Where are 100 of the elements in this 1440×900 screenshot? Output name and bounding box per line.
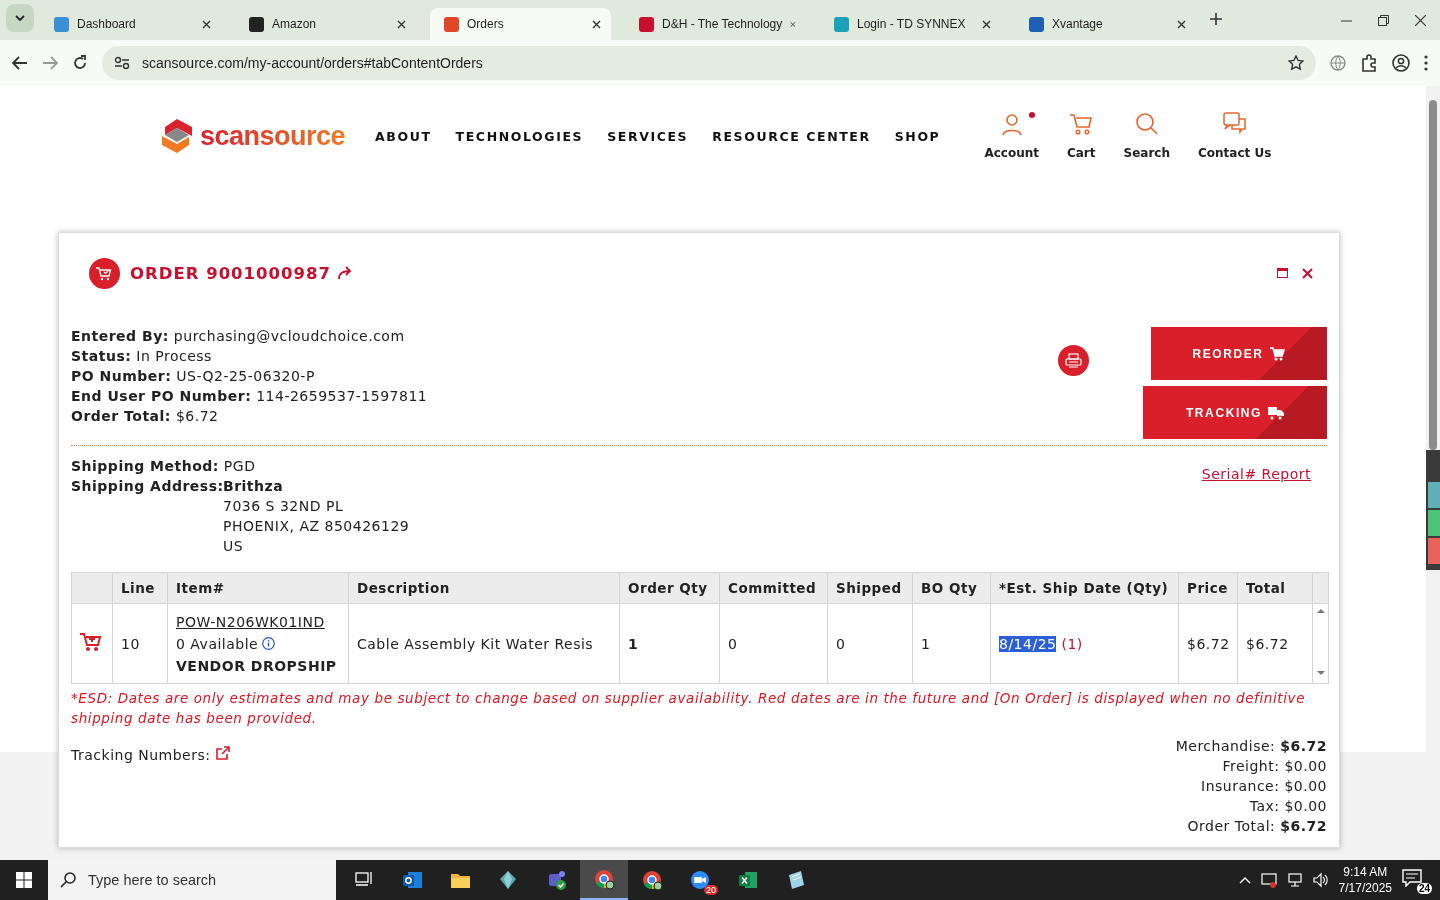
person-icon <box>999 112 1024 136</box>
header-action[interactable]: Search <box>1109 112 1184 160</box>
address-bar[interactable]: scansource.com/my-account/orders#tabContentOrders <box>102 46 1316 80</box>
browser-tab[interactable]: Dashboard <box>40 8 221 40</box>
extensions-icon[interactable] <box>1360 54 1378 72</box>
page-scrollbar[interactable] <box>1426 86 1440 860</box>
cart-icon <box>1069 112 1094 136</box>
table-cell: $6.72 <box>1237 603 1313 684</box>
maximize-icon[interactable] <box>1277 268 1288 278</box>
action-button[interactable]: REORDER <box>1151 327 1327 380</box>
column-header: Line <box>112 572 168 604</box>
header-action[interactable]: Account <box>970 112 1053 160</box>
volume-icon[interactable] <box>1312 872 1329 888</box>
tab-title: Dashboard <box>77 17 137 31</box>
nav-link[interactable]: SHOP <box>894 128 941 144</box>
close-icon[interactable] <box>1177 19 1186 29</box>
gem-icon <box>497 869 519 891</box>
close-icon[interactable] <box>1302 267 1313 279</box>
close-icon[interactable] <box>397 19 406 29</box>
print-button[interactable] <box>1058 345 1089 376</box>
address-line: 7036 S 32ND PL <box>223 497 345 516</box>
more-icon[interactable] <box>1424 55 1428 71</box>
item-link[interactable]: POW-N206WK01IND <box>176 613 325 630</box>
browser-tab[interactable]: Amazon <box>235 8 416 40</box>
info-icon[interactable] <box>262 636 276 650</box>
tab-title: Xvantage <box>1052 17 1104 31</box>
close-icon[interactable] <box>202 19 211 29</box>
mail-app-icon <box>401 869 423 891</box>
add-to-cart-icon[interactable] <box>80 632 102 652</box>
nav-link[interactable]: SERVICES <box>607 128 689 144</box>
detail-text: PO Number: US-Q2-25-06320-P <box>71 367 316 385</box>
search-icon <box>1134 112 1159 136</box>
truck-icon <box>1268 405 1285 420</box>
ship-qty: (1) <box>1061 635 1083 652</box>
site-settings-icon[interactable] <box>114 56 130 70</box>
tab-title: Amazon <box>272 17 318 31</box>
browser-tab[interactable]: D&H - The Technology <box>625 8 806 40</box>
notification-count: 24 <box>1416 883 1432 894</box>
logo-icon[interactable] <box>160 118 194 154</box>
network-icon[interactable] <box>1286 872 1303 888</box>
nav-link[interactable]: ABOUT <box>375 128 432 144</box>
esd-note: *ESD: Dates are only estimates and may be subject to change based on supplier availability. Red dates are in the future and [On Order] is displayed when no definitive shipping date has been provided. <box>71 689 1307 728</box>
column-header: Order Qty <box>619 572 720 604</box>
spreadsheet-icon <box>737 869 759 891</box>
restore-icon[interactable] <box>1378 14 1389 26</box>
taskbar-search-field[interactable]: Type here to search <box>48 860 336 900</box>
table-cell: 10 <box>112 603 168 684</box>
profile-icon[interactable] <box>1392 54 1410 72</box>
external-link-icon[interactable] <box>216 746 231 760</box>
tracking-label: Tracking Numbers: <box>71 747 211 763</box>
browser-tab[interactable]: Xvantage <box>1015 8 1196 40</box>
chevron-up-icon[interactable] <box>1238 876 1251 884</box>
total-text: Order Total: $6.72 <box>1187 817 1327 836</box>
total-text: Tax: $0.00 <box>1249 797 1327 816</box>
taskbar-app[interactable] <box>580 860 628 900</box>
detail-label: Shipping Address: <box>71 477 223 496</box>
tab-title: D&H - The Technology <box>662 17 783 31</box>
share-arrow-icon[interactable] <box>336 266 354 280</box>
nav-link[interactable]: RESOURCE CENTER <box>712 128 871 144</box>
close-icon[interactable] <box>1415 14 1426 26</box>
order-title: ORDER 9001000987 <box>130 263 331 283</box>
close-icon[interactable] <box>592 19 601 29</box>
note-text: VENDOR DROPSHIP <box>176 657 337 674</box>
tab-list-button[interactable] <box>6 4 34 32</box>
taskbar-app[interactable]: 20 <box>676 860 724 900</box>
column-header: Price <box>1178 572 1238 604</box>
printer-icon <box>1065 353 1082 368</box>
network-status-icon[interactable] <box>1260 872 1277 888</box>
cart-icon <box>1269 346 1286 361</box>
close-icon[interactable] <box>982 19 991 29</box>
globe-icon[interactable] <box>1330 55 1346 71</box>
column-header: Shipped <box>827 572 913 604</box>
search-icon <box>60 872 76 888</box>
browser-icon <box>641 869 663 891</box>
address-line: US <box>223 537 245 556</box>
reload-icon[interactable] <box>72 55 88 71</box>
column-header: Committed <box>719 572 828 604</box>
chat-bubbles-icon <box>1222 112 1247 136</box>
browser-tab[interactable]: Login - TD SYNNEX <box>820 8 1001 40</box>
table-cell: 1 <box>912 603 991 684</box>
table-cell: 0 <box>827 603 913 684</box>
star-icon[interactable] <box>1288 55 1304 71</box>
header-action[interactable]: Cart <box>1052 112 1110 160</box>
action-label: Contact Us <box>1198 146 1272 160</box>
total-text: Insurance: $0.00 <box>1201 777 1327 796</box>
caret-icon <box>15 15 25 21</box>
serial-report-link[interactable]: Serial# Report <box>1201 466 1311 482</box>
header-action[interactable]: Contact Us <box>1184 112 1286 160</box>
action-button[interactable]: TRACKING <box>1143 386 1327 439</box>
action-label: Search <box>1123 146 1170 160</box>
windows-logo-icon[interactable] <box>16 872 32 888</box>
clock-date[interactable]: 7/17/2025 <box>1338 880 1392 896</box>
ship-date: 8/14/25 <box>999 635 1057 652</box>
url-text: scansource.com/my-account/orders#tabContentOrders <box>142 55 484 71</box>
back-icon[interactable] <box>12 56 28 70</box>
clock-time[interactable]: 9:14 AM <box>1343 864 1388 880</box>
forward-icon[interactable] <box>42 56 58 70</box>
plus-icon[interactable] <box>1210 13 1222 25</box>
browser-tab[interactable]: Orders <box>430 8 611 40</box>
nav-link[interactable]: TECHNOLOGIES <box>455 128 584 144</box>
